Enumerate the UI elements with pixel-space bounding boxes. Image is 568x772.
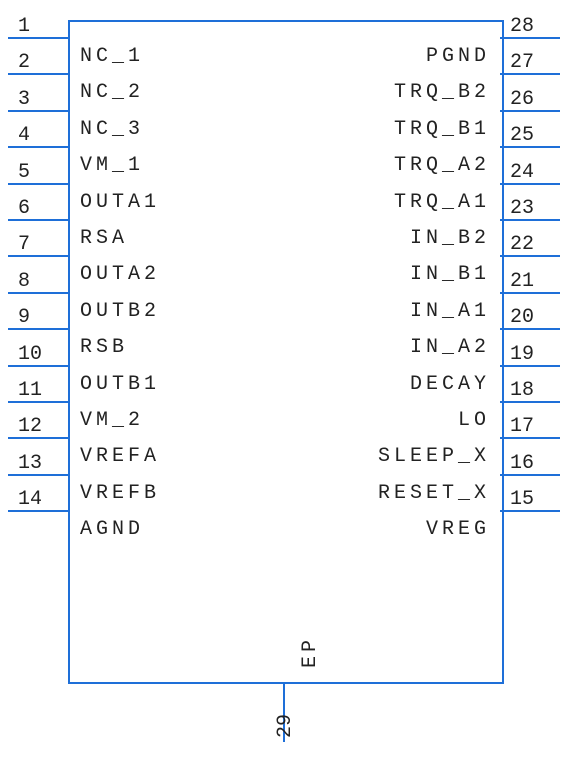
pin-line-left-9 [8, 328, 68, 330]
pin-line-left-1 [8, 37, 68, 39]
pin-label-vreg: VREG [426, 518, 490, 541]
pin-label-agnd: AGND [80, 518, 144, 541]
pin-line-left-5 [8, 183, 68, 185]
pin-label-trq_a1: TRQ_A1 [394, 191, 490, 214]
pin-number-12: 12 [18, 415, 42, 438]
pin-line-left-3 [8, 110, 68, 112]
pin-number-22: 22 [510, 233, 534, 256]
pin-label-pgnd: PGND [426, 45, 490, 68]
pin-number-2: 2 [18, 51, 30, 74]
pin-line-left-7 [8, 255, 68, 257]
pin-number-17: 17 [510, 415, 534, 438]
pin-number-7: 7 [18, 233, 30, 256]
pin-label-vrefa: VREFA [80, 445, 160, 468]
pin-number-1: 1 [18, 15, 30, 38]
pin-number-25: 25 [510, 124, 534, 147]
pin-label-outb1: OUTB1 [80, 373, 160, 396]
pin-number-5: 5 [18, 161, 30, 184]
pin-number-27: 27 [510, 51, 534, 74]
pin-label-in_b2: IN_B2 [410, 227, 490, 250]
pin-number-10: 10 [18, 343, 42, 366]
pin-label-in_b1: IN_B1 [410, 263, 490, 286]
pin-label-nc_2: NC_2 [80, 81, 144, 104]
pin-label-rsa: RSA [80, 227, 128, 250]
pin-label-decay: DECAY [410, 373, 490, 396]
pin-label-trq_b1: TRQ_B1 [394, 118, 490, 141]
pin-line-left-8 [8, 292, 68, 294]
pin-number-23: 23 [510, 197, 534, 220]
pin-number-29: 29 [274, 714, 297, 738]
pin-number-9: 9 [18, 306, 30, 329]
pin-number-13: 13 [18, 452, 42, 475]
pin-number-20: 20 [510, 306, 534, 329]
pin-label-vm_2: VM_2 [80, 409, 144, 432]
pin-label-vrefb: VREFB [80, 482, 160, 505]
pin-number-26: 26 [510, 88, 534, 111]
pin-number-19: 19 [510, 343, 534, 366]
pin-label-lo: LO [458, 409, 490, 432]
pin-label-rsb: RSB [80, 336, 128, 359]
pin-number-6: 6 [18, 197, 30, 220]
pin-line-left-2 [8, 73, 68, 75]
pin-label-outb2: OUTB2 [80, 300, 160, 323]
pin-number-18: 18 [510, 379, 534, 402]
pin-number-15: 15 [510, 488, 534, 511]
pin-number-8: 8 [18, 270, 30, 293]
pin-number-16: 16 [510, 452, 534, 475]
pin-line-left-6 [8, 219, 68, 221]
pin-number-4: 4 [18, 124, 30, 147]
pin-label-trq_b2: TRQ_B2 [394, 81, 490, 104]
pin-label-trq_a2: TRQ_A2 [394, 154, 490, 177]
pin-label-outa2: OUTA2 [80, 263, 160, 286]
pin-number-3: 3 [18, 88, 30, 111]
pin-number-21: 21 [510, 270, 534, 293]
pin-number-28: 28 [510, 15, 534, 38]
pin-label-ep: EP [299, 636, 322, 668]
pin-label-reset_x: RESET_X [378, 482, 490, 505]
pin-number-14: 14 [18, 488, 42, 511]
pin-label-outa1: OUTA1 [80, 191, 160, 214]
pin-label-nc_3: NC_3 [80, 118, 144, 141]
pin-number-11: 11 [18, 379, 42, 402]
pin-label-vm_1: VM_1 [80, 154, 144, 177]
pin-label-in_a2: IN_A2 [410, 336, 490, 359]
pin-label-nc_1: NC_1 [80, 45, 144, 68]
pin-line-left-4 [8, 146, 68, 148]
pin-label-in_a1: IN_A1 [410, 300, 490, 323]
pin-label-sleep_x: SLEEP_X [378, 445, 490, 468]
pin-number-24: 24 [510, 161, 534, 184]
